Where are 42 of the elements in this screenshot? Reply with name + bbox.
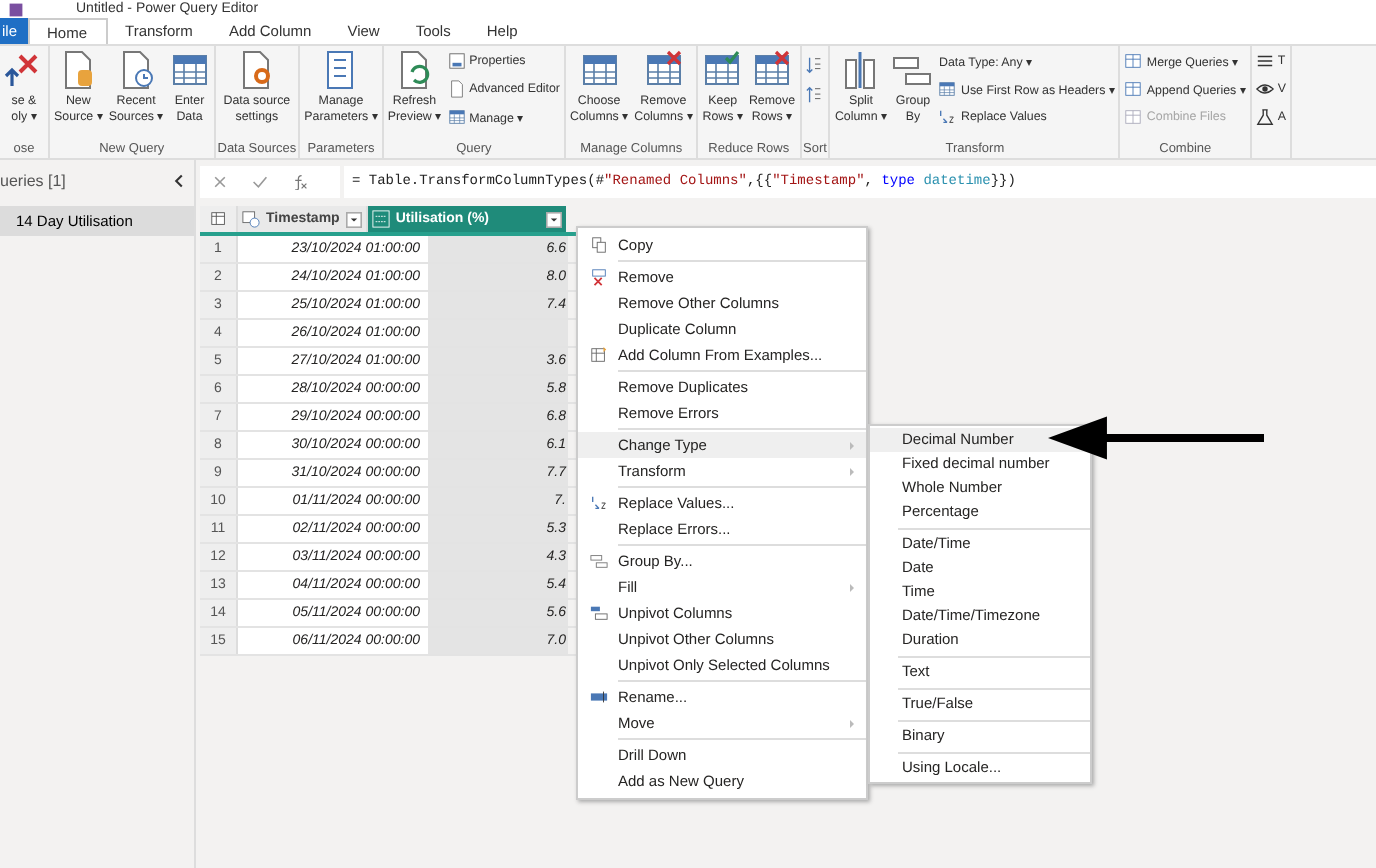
dropdown-icon[interactable] [345, 211, 362, 227]
copy-icon [589, 236, 607, 254]
properties-icon [447, 52, 466, 70]
remove-icon [589, 268, 607, 286]
dropdown-icon[interactable] [545, 211, 562, 227]
queries-heading: ueries [1] [0, 171, 66, 189]
calendar-clock-icon [242, 210, 260, 228]
data-type-icon [371, 210, 390, 228]
group-icon [589, 552, 607, 570]
function-icon[interactable] [292, 174, 308, 190]
table-icon[interactable] [209, 210, 227, 228]
table-remove-icon [643, 50, 684, 90]
check-icon[interactable] [252, 174, 268, 190]
document-icon [447, 80, 466, 98]
table-icon [579, 50, 620, 90]
combine-icon [1124, 108, 1143, 126]
table-remove-icon [751, 50, 792, 90]
replace-values-icon [589, 494, 607, 512]
append-icon [1124, 80, 1143, 98]
table-icon [169, 50, 210, 90]
eye-icon [1255, 80, 1274, 98]
submenu-arrow-icon [846, 465, 858, 477]
sort-descending-icon[interactable] [805, 86, 824, 104]
app-icon [8, 1, 24, 17]
sort-ascending-icon[interactable] [805, 56, 824, 74]
rename-icon [589, 688, 607, 706]
examples-icon [589, 346, 607, 364]
submenu-arrow-icon [846, 439, 858, 451]
cancel-icon[interactable] [212, 174, 228, 190]
flask-icon [1255, 108, 1274, 126]
submenu-arrow-icon [846, 717, 858, 729]
collapse-icon[interactable] [172, 173, 186, 187]
merge-icon [1124, 52, 1143, 70]
submenu-arrow-icon [846, 581, 858, 593]
unpivot-icon [589, 604, 607, 622]
table-icon [447, 108, 466, 126]
split-column-icon [840, 50, 881, 90]
table-icon [938, 80, 957, 98]
replace-values-icon [938, 108, 957, 126]
table-check-icon [702, 50, 743, 90]
lines-icon [1255, 52, 1274, 70]
table-menu-button[interactable] [200, 206, 236, 232]
